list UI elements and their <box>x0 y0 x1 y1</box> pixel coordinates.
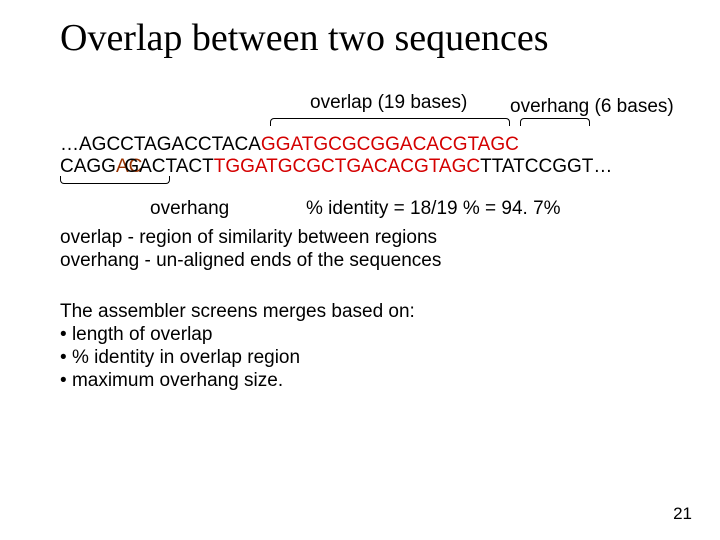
overhang-bracket-top <box>520 118 590 126</box>
overhang-bracket-bottom <box>60 176 170 184</box>
definition-overlap: overlap - region of similarity between r… <box>60 226 680 249</box>
seq2-suffix: TTATCCGGT… <box>480 156 612 177</box>
criteria-text-3: maximum overhang size. <box>72 370 283 391</box>
seq2-prefix-right: GACTACT <box>124 156 213 177</box>
seq1-overlap: GGATGCGCGGACACGTAGC <box>261 134 519 155</box>
bottom-bracket-row <box>60 178 680 188</box>
overlap-label: overlap (19 bases) <box>310 92 467 114</box>
criteria-text-1: length of overlap <box>72 324 213 345</box>
page-number: 21 <box>673 504 692 524</box>
seq2-overlap: TGGATGCGCTGACACGTAGC <box>214 156 480 177</box>
criteria-item-2: % identity in overlap region <box>60 346 680 369</box>
criteria-block: The assembler screens merges based on: l… <box>60 300 680 392</box>
criteria-item-1: length of overlap <box>60 323 680 346</box>
identity-text: % identity = 18/19 % = 94. 7% <box>306 198 561 220</box>
definitions-block: overlap - region of similarity between r… <box>60 226 680 272</box>
seq1-prefix: …AGCCTAGACCTACA <box>60 134 261 155</box>
top-labels-row: overlap (19 bases) overhang (6 bases) <box>60 92 680 118</box>
sequence-1: …AGCCTAGACCTACAGGATGCGCGGACACGTAGC <box>60 134 680 156</box>
overhang-label-bottom: overhang <box>150 198 229 220</box>
slide-title: Overlap between two sequences <box>60 16 680 60</box>
def-body-overlap: - region of similarity between regions <box>122 227 437 248</box>
below-labels-row: overhang % identity = 18/19 % = 94. 7% <box>60 194 680 224</box>
overhang-label-top: overhang (6 bases) <box>510 96 674 118</box>
top-bracket-row <box>60 118 680 132</box>
def-body-overhang: - un-aligned ends of the sequences <box>139 250 441 271</box>
seq2-prefix-left: CAGG <box>60 156 116 177</box>
definition-overhang: overhang - un-aligned ends of the sequen… <box>60 249 680 272</box>
def-term-overlap: overlap <box>60 227 122 248</box>
def-term-overhang: overhang <box>60 250 139 271</box>
criteria-intro: The assembler screens merges based on: <box>60 300 680 323</box>
criteria-item-3: maximum overhang size. <box>60 369 680 392</box>
sequence-2: CAGGACGACTACTTGGATGCGCTGACACGTAGCTTATCCG… <box>60 156 680 178</box>
criteria-text-2: % identity in overlap region <box>72 347 300 368</box>
overlap-bracket <box>270 118 510 126</box>
